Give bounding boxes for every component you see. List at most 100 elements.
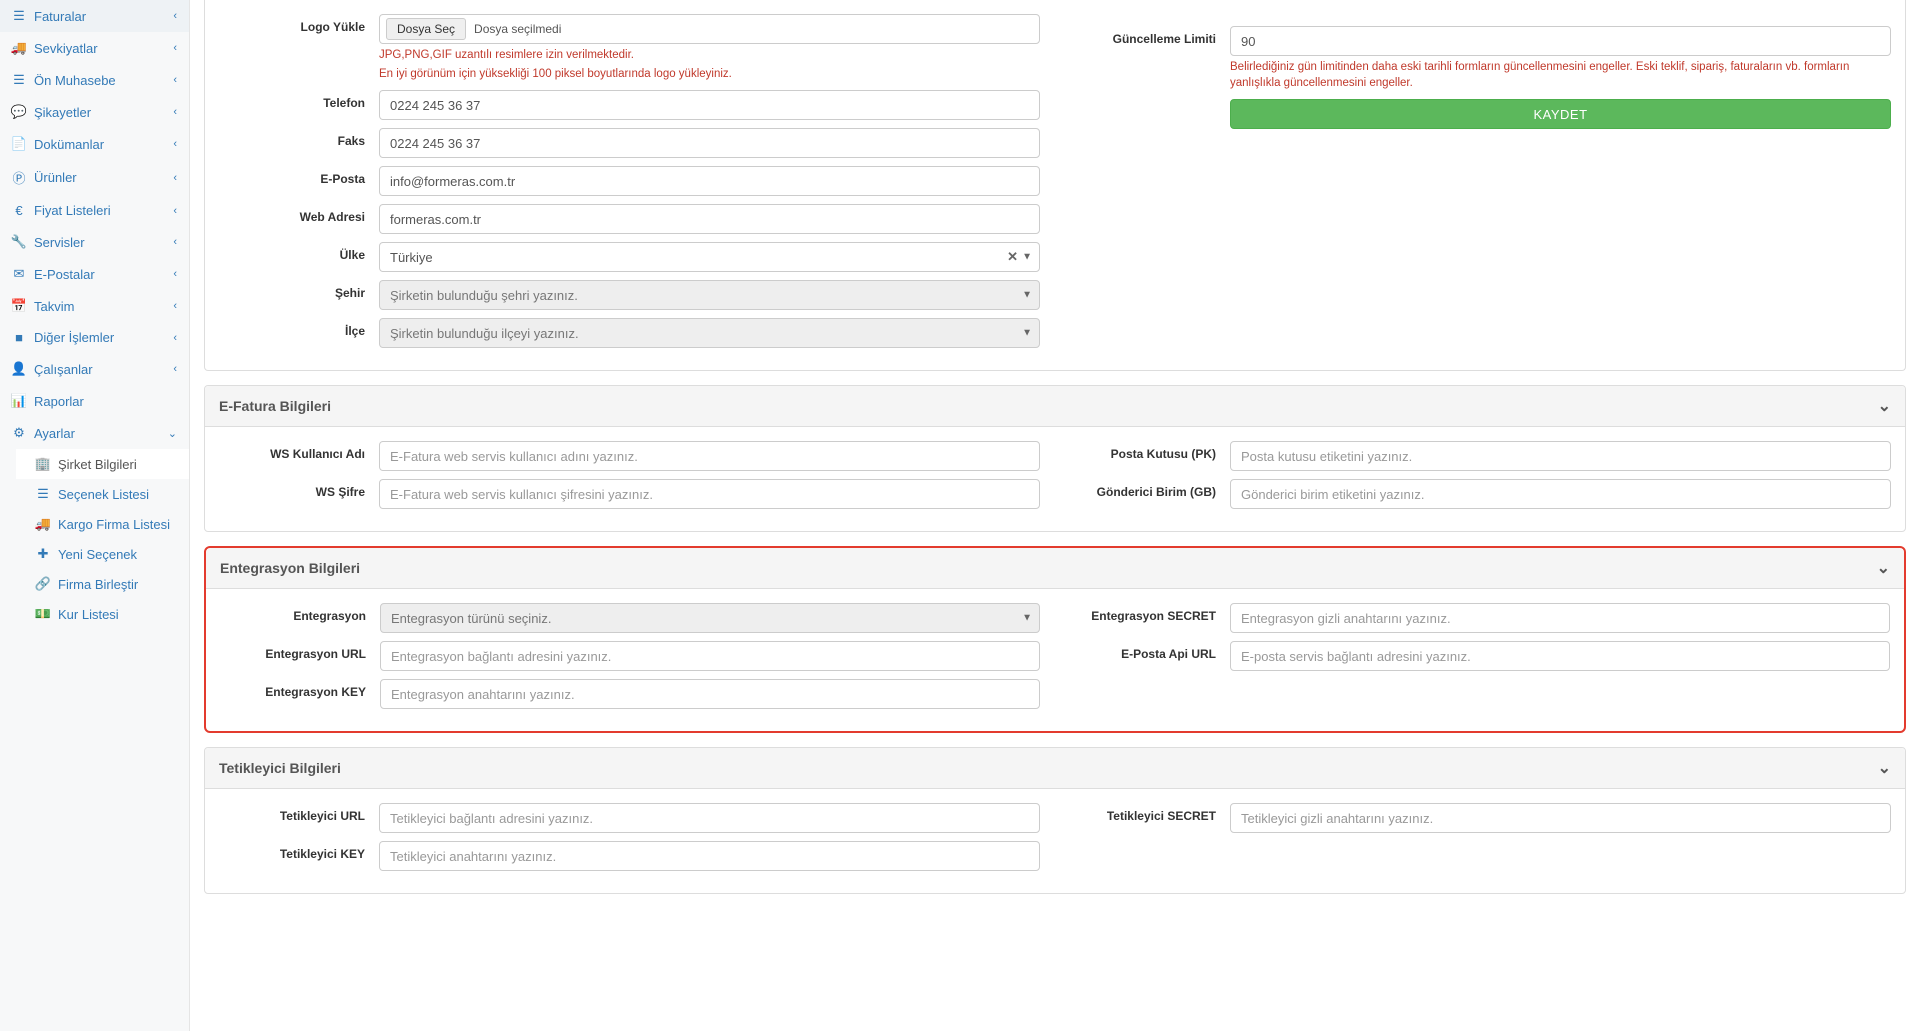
entegrasyon-url-label: Entegrasyon URL [220,641,380,661]
sehir-select[interactable]: Şirketin bulunduğu şehri yazınız. [379,280,1040,310]
chevron-down-icon[interactable]: ⌄ [1877,558,1890,578]
sidebar-item-raporlar[interactable]: 📊Raporlar [0,385,189,417]
entegrasyon-secret-input[interactable] [1230,603,1890,633]
panel-title: Entegrasyon Bilgileri [220,560,360,576]
entegrasyon-url-input[interactable] [380,641,1040,671]
entegrasyon-type-select[interactable]: Entegrasyon türünü seçiniz. [380,603,1040,633]
web-label: Web Adresi [219,204,379,224]
eposta-api-input[interactable] [1230,641,1890,671]
eposta-input[interactable] [379,166,1040,196]
web-input[interactable] [379,204,1040,234]
pk-input[interactable] [1230,441,1891,471]
ws-pass-input[interactable] [379,479,1040,509]
sidebar-item-epostalar[interactable]: ✉E-Postalar ‹ [0,258,189,290]
sidebar-item-dokumanlar[interactable]: 📄Dokümanlar ‹ [0,128,189,160]
sidebar-sub-yeni-secenek[interactable]: ✚Yeni Seçenek [16,539,189,569]
gb-input[interactable] [1230,479,1891,509]
sidebar-item-faturalar[interactable]: ☰Faturalar ‹ [0,0,189,32]
chevron-down-icon: ⌄ [168,427,177,440]
sidebar-item-diger-islemler[interactable]: ■Diğer İşlemler ‹ [0,322,189,353]
sidebar-sub-firma-birlestir[interactable]: 🔗 Firma Birleştir [16,569,189,599]
panel-tetikleyici-header[interactable]: Tetikleyici Bilgileri ⌄ [205,748,1905,789]
sehir-label: Şehir [219,280,379,300]
entegrasyon-key-input[interactable] [380,679,1040,709]
sidebar-item-sikayetler[interactable]: 💬Şikayetler ‹ [0,96,189,128]
sidebar-item-takvim[interactable]: 📅Takvim ‹ [0,290,189,322]
tetikleyici-secret-label: Tetikleyici SECRET [1070,803,1230,823]
ws-pass-label: WS Şifre [219,479,379,499]
chevron-left-icon: ‹ [173,138,177,150]
gb-label: Gönderici Birim (GB) [1070,479,1230,499]
sidebar-item-label: Takvim [34,299,74,314]
sidebar-item-urunler[interactable]: ⓅÜrünler ‹ [0,160,189,195]
sidebar-item-label: Fiyat Listeleri [34,203,111,218]
sidebar-item-ayarlar[interactable]: ⚙ Ayarlar ⌄ [0,417,189,449]
panel-efatura-header[interactable]: E-Fatura Bilgileri ⌄ [205,386,1905,427]
chevron-left-icon: ‹ [173,74,177,86]
sidebar-item-on-muhasebe[interactable]: ☰ Ön Muhasebe ‹ [0,64,189,96]
faks-input[interactable] [379,128,1040,158]
save-button[interactable]: KAYDET [1230,99,1891,129]
sidebar-item-label: Şirket Bilgileri [58,457,137,472]
ulke-value: Türkiye [390,250,433,265]
ws-user-input[interactable] [379,441,1040,471]
sidebar-item-label: Ön Muhasebe [34,73,116,88]
panel-title: E-Fatura Bilgileri [219,398,331,414]
sidebar-item-label: Raporlar [34,394,84,409]
tetikleyici-secret-input[interactable] [1230,803,1891,833]
sidebar-item-servisler[interactable]: 🔧Servisler ‹ [0,226,189,258]
sidebar-item-label: Servisler [34,235,85,250]
sidebar-item-fiyat-listeleri[interactable]: €Fiyat Listeleri ‹ [0,195,189,226]
logo-label: Logo Yükle [219,14,379,34]
sidebar-sub-kargo-firma[interactable]: 🚚Kargo Firma Listesi [16,509,189,539]
tetikleyici-url-label: Tetikleyici URL [219,803,379,823]
tetikleyici-url-input[interactable] [379,803,1040,833]
envelope-icon: ✉ [12,266,26,282]
truck-icon: 🚚 [12,40,26,56]
file-input[interactable]: Dosya Seç Dosya seçilmedi [379,14,1040,44]
file-selected-text: Dosya seçilmedi [474,22,561,36]
ws-user-label: WS Kullanıcı Adı [219,441,379,461]
logo-help-2: En iyi görünüm için yüksekliği 100 pikse… [379,66,1040,82]
sidebar-sub-kur-listesi[interactable]: 💵Kur Listesi [16,599,189,629]
chevron-down-icon[interactable]: ⌄ [1878,758,1891,778]
euro-icon: € [12,203,26,218]
ilce-select[interactable]: Şirketin bulunduğu ilçeyi yazınız. [379,318,1040,348]
entegrasyon-type-label: Entegrasyon [220,603,380,623]
list-icon: ☰ [36,486,50,502]
clear-icon[interactable]: ✕ [1007,249,1018,265]
sidebar-item-label: Şikayetler [34,105,91,120]
tetikleyici-key-input[interactable] [379,841,1040,871]
telefon-input[interactable] [379,90,1040,120]
ulke-select[interactable]: Türkiye [379,242,1040,272]
chevron-down-icon[interactable]: ⌄ [1878,396,1891,416]
entegrasyon-secret-label: Entegrasyon SECRET [1070,603,1230,623]
sidebar-item-calisanlar[interactable]: 👤Çalışanlar ‹ [0,353,189,385]
sidebar-item-label: Ürünler [34,170,77,185]
panel-efatura: E-Fatura Bilgileri ⌄ WS Kullanıcı Adı WS… [204,385,1906,532]
telefon-label: Telefon [219,90,379,110]
eposta-api-label: E-Posta Api URL [1070,641,1230,661]
limit-input[interactable] [1230,26,1891,56]
sidebar-item-label: Ayarlar [34,426,75,441]
chevron-left-icon: ‹ [173,10,177,22]
logo-help-1: JPG,PNG,GIF uzantılı resimlere izin veri… [379,47,1040,63]
sidebar-item-label: Dokümanlar [34,137,104,152]
sidebar-item-sevkiyatlar[interactable]: 🚚Sevkiyatlar ‹ [0,32,189,64]
list-icon: ☰ [12,72,26,88]
sidebar-item-label: Firma Birleştir [58,577,138,592]
main-content: Logo Yükle Dosya Seç Dosya seçilmedi JPG… [190,0,1920,1031]
panel-entegrasyon-header[interactable]: Entegrasyon Bilgileri ⌄ [206,548,1904,589]
sidebar-sub-secenek-listesi[interactable]: ☰Seçenek Listesi [16,479,189,509]
sidebar-item-label: E-Postalar [34,267,95,282]
wrench-icon: 🔧 [12,234,26,250]
sidebar-item-label: Faturalar [34,9,86,24]
ulke-label: Ülke [219,242,379,262]
gear-icon: ⚙ [12,425,26,441]
sidebar-sub-sirket-bilgileri[interactable]: 🏢 Şirket Bilgileri [16,449,189,479]
link-icon: 🔗 [36,576,50,592]
file-choose-button[interactable]: Dosya Seç [386,18,466,40]
entegrasyon-type-placeholder: Entegrasyon türünü seçiniz. [391,611,551,626]
building-icon: 🏢 [36,456,50,472]
calendar-icon: 📅 [12,298,26,314]
